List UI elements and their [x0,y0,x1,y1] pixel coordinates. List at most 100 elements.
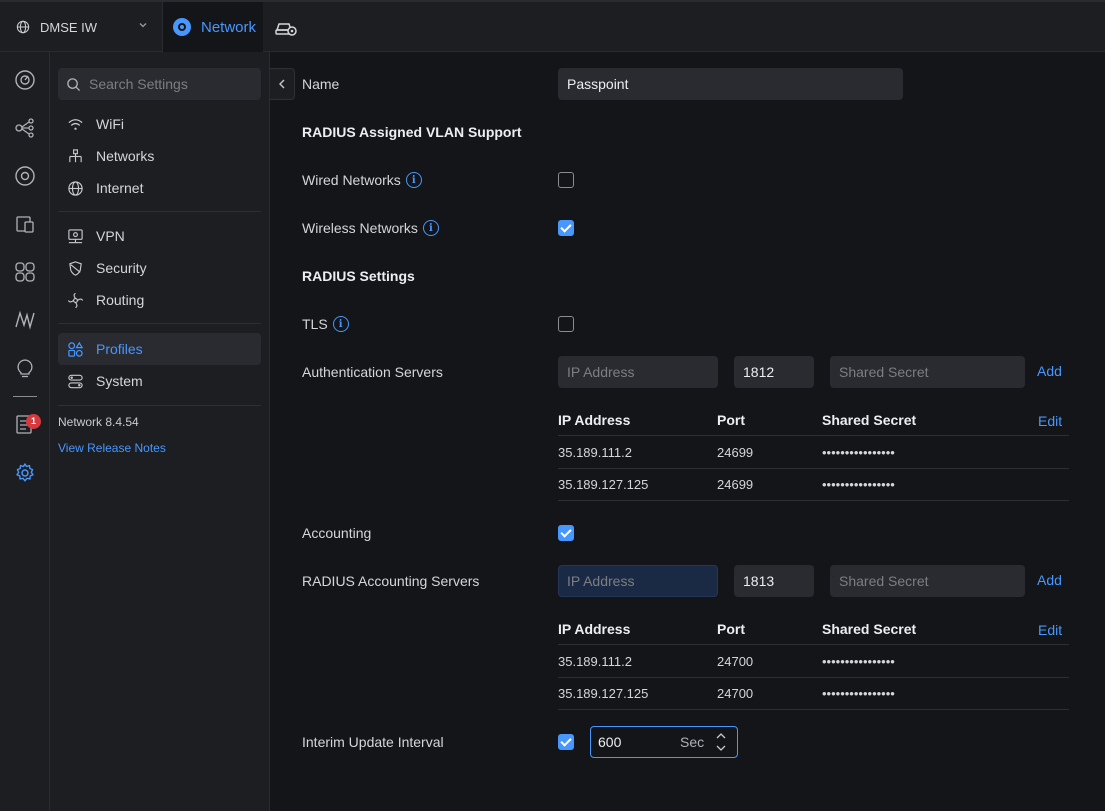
system-toggle-icon [68,374,83,388]
clients-icon[interactable] [14,213,36,235]
auth-col-ip: IP Address [558,412,631,428]
dashboard-icon[interactable] [14,69,36,91]
table-divider [558,500,1069,501]
nav-item-label: Security [96,260,147,276]
table-divider [558,435,1069,436]
stepper-arrows-icon[interactable] [715,730,727,754]
auth-port-input[interactable]: 1812 [734,356,814,388]
nav-divider [58,405,261,406]
interim-update-label: Interim Update Interval [302,734,444,750]
auth-edit-button[interactable]: Edit [1038,413,1062,429]
auth-col-port: Port [717,412,745,428]
search-icon [67,77,81,91]
globe-icon [68,180,83,196]
nav-item-networks[interactable]: Networks [58,140,261,172]
site-name: DMSE IW [40,19,98,35]
acct-row-secret: •••••••••••••••• [822,654,895,669]
nav-item-label: Routing [96,292,145,308]
acct-edit-button[interactable]: Edit [1038,622,1062,638]
site-switcher[interactable]: DMSE IW [0,2,163,52]
app-tab-network[interactable]: Network [163,2,263,52]
alarms-icon[interactable] [14,357,36,379]
networks-icon [69,148,82,162]
statistics-icon[interactable] [14,309,36,331]
wired-networks-checkbox[interactable] [558,172,574,188]
auth-row-ip: 35.189.127.125 [558,477,649,492]
acct-row-ip: 35.189.127.125 [558,686,649,701]
nav-item-vpn[interactable]: VPN [58,220,261,252]
nav-item-system[interactable]: System [58,365,261,397]
nav-item-profiles[interactable]: Profiles [58,333,261,365]
nav-item-label: WiFi [96,116,124,132]
acct-row-port: 24700 [717,686,754,701]
settings-nav: WiFi Networks Internet VPN Security Rout… [50,52,270,811]
nav-divider [58,323,261,324]
acct-ip-input[interactable]: IP Address [558,565,718,597]
chevron-down-icon [139,23,147,28]
nav-item-label: VPN [96,228,125,244]
settings-gear-icon[interactable] [14,462,36,484]
radius-section-title: RADIUS Settings [302,268,415,284]
interim-interval-unit: Sec [680,734,705,750]
nav-item-label: System [96,373,143,389]
acct-row-secret: •••••••••••••••• [822,686,895,701]
top-bar: DMSE IW Network [0,0,1105,52]
wired-networks-row: Wired Networks i [302,172,422,188]
nav-item-label: Networks [96,148,155,164]
name-input[interactable]: Passpoint [558,68,903,100]
search-box[interactable] [58,68,261,100]
name-label: Name [302,76,340,92]
info-icon[interactable]: i [405,172,422,188]
auth-row-ip: 35.189.111.2 [558,445,632,460]
rail-divider [13,396,37,397]
acct-servers-label: RADIUS Accounting Servers [302,573,480,589]
acct-add-button[interactable]: Add [1037,572,1062,588]
accounting-checkbox[interactable] [558,525,574,541]
auth-row-secret: •••••••••••••••• [822,445,895,460]
auth-add-button[interactable]: Add [1037,363,1062,379]
wifi-icon [68,118,83,130]
info-icon[interactable]: i [422,220,439,236]
wired-networks-label: Wired Networks [302,172,401,188]
network-logo-icon [173,18,191,36]
acct-secret-input[interactable]: Shared Secret [830,565,1025,597]
info-icon[interactable]: i [332,316,349,332]
nav-item-wifi[interactable]: WiFi [58,108,261,140]
tls-checkbox[interactable] [558,316,574,332]
routing-icon [67,292,84,308]
table-divider [558,644,1069,645]
nav-item-security[interactable]: Security [58,252,261,284]
acct-col-secret: Shared Secret [822,621,917,637]
innerspace-icon[interactable] [274,19,298,37]
acct-row-ip: 35.189.111.2 [558,654,632,669]
interim-interval-value: 600 [598,734,622,750]
vpn-icon [68,228,83,243]
interim-update-checkbox[interactable] [558,734,574,750]
app-rail: 1 [0,52,50,811]
acct-col-ip: IP Address [558,621,631,637]
table-divider [558,677,1069,678]
wireless-networks-row: Wireless Networks i [302,220,439,236]
interim-interval-input[interactable]: 600 Sec [590,726,738,758]
accounting-label: Accounting [302,525,372,541]
search-input[interactable] [89,76,249,92]
devices-icon[interactable] [14,165,36,187]
auth-ip-input[interactable]: IP Address [558,356,718,388]
auth-secret-input[interactable]: Shared Secret [830,356,1025,388]
table-divider [558,709,1069,710]
tls-label: TLS [302,316,328,332]
wireless-networks-checkbox[interactable] [558,220,574,236]
topology-icon[interactable] [14,117,36,139]
nav-item-internet[interactable]: Internet [58,172,261,204]
nav-item-label: Internet [96,180,144,196]
nav-item-routing[interactable]: Routing [58,284,261,316]
wireless-networks-label: Wireless Networks [302,220,418,236]
notification-badge: 1 [26,414,41,429]
insights-icon[interactable] [14,261,36,283]
acct-port-input[interactable]: 1813 [734,565,814,597]
shield-icon [69,260,82,276]
auth-col-secret: Shared Secret [822,412,917,428]
profiles-icon [68,341,84,357]
release-notes-link[interactable]: View Release Notes [58,441,166,455]
table-divider [558,468,1069,469]
